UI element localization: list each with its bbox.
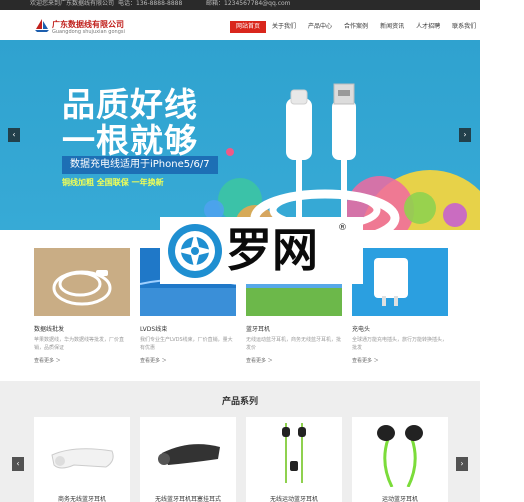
neckband-earphone-icon: [377, 425, 423, 488]
earbud-hook-icon: [158, 444, 220, 465]
view-more-link[interactable]: 查看更多 ＞: [352, 357, 379, 364]
view-more-link[interactable]: 查看更多 ＞: [140, 357, 167, 364]
sport-earphone-icon: [282, 423, 306, 483]
product-desc: 无线运动蓝牙耳机，商务无线蓝牙耳机，批发价: [246, 337, 342, 351]
hero-banner[interactable]: 品质好线 一根就够 数据充电线适用于iPhone5/6/7 铜线加粗 全国联保 …: [0, 40, 480, 230]
section-title: 产品系列: [221, 397, 258, 407]
nav-item-home[interactable]: 网站首页: [230, 21, 267, 33]
sailboat-logo-icon[interactable]: [34, 18, 50, 32]
series-prev-arrow-icon[interactable]: ‹: [12, 457, 24, 471]
watermark-overlay: 罗网 ®: [160, 217, 363, 284]
cable-image-icon: [34, 248, 130, 316]
product-desc: 我们专业生产LVDS线束，厂价直销，量大有优惠: [140, 337, 233, 351]
nav-item-products[interactable]: 产品中心: [302, 21, 338, 33]
nav-item-news[interactable]: 新闻资讯: [374, 21, 410, 33]
product-card[interactable]: 充电头 全球通万能充电插头，旅行万能转换插头，批发 查看更多 ＞: [352, 248, 448, 378]
series-card[interactable]: 无线运动蓝牙耳机: [246, 417, 342, 502]
product-card[interactable]: 数据线批发 苹果数据线，华为数据线等批发，厂价直销，品质保证 查看更多 ＞: [34, 248, 130, 378]
series-label[interactable]: 商务无线蓝牙耳机: [34, 494, 130, 502]
series-card[interactable]: 无线蓝牙耳机耳塞挂耳式: [140, 417, 236, 502]
view-more-link[interactable]: 查看更多 ＞: [246, 357, 273, 364]
watermark-logo-icon: [168, 224, 222, 278]
web-page: 欢迎您来到广东数据线有限公司 电话：136-8888-8888 邮箱：12345…: [0, 0, 480, 502]
product-image-cable[interactable]: [34, 248, 130, 316]
banner-subline: 铜线加粗 全国联保 一年换新: [62, 178, 164, 187]
banner-prev-arrow-icon[interactable]: ‹: [8, 128, 20, 142]
product-title[interactable]: 蓝牙耳机: [246, 324, 270, 333]
logo-company-pinyin: Guangdong shujuxian gongsi: [52, 29, 125, 35]
series-card[interactable]: 运动蓝牙耳机: [352, 417, 448, 502]
product-title[interactable]: 数据线批发: [34, 324, 64, 333]
product-desc: 苹果数据线，华为数据线等批发，厂价直销，品质保证: [34, 337, 125, 351]
series-label[interactable]: 无线运动蓝牙耳机: [246, 494, 342, 502]
view-more-link[interactable]: 查看更多 ＞: [34, 357, 61, 364]
product-title[interactable]: 充电头: [352, 324, 370, 333]
banner-ribbon: 数据充电线适用于iPhone5/6/7: [62, 156, 218, 174]
main-nav: 网站首页 关于我们 产品中心 合作案例 新闻资讯 人才招聘 联系我们: [230, 21, 480, 33]
watermark-text: 罗网: [226, 223, 318, 277]
bluetooth-headset-icon: [51, 448, 114, 469]
nav-item-contact[interactable]: 联系我们: [446, 21, 480, 33]
series-label[interactable]: 无线蓝牙耳机耳塞挂耳式: [140, 494, 236, 502]
banner-next-arrow-icon[interactable]: ›: [459, 128, 471, 142]
nav-item-cases[interactable]: 合作案例: [338, 21, 374, 33]
product-title[interactable]: LVDS线束: [140, 324, 167, 333]
welcome-text: 欢迎您来到广东数据线有限公司: [30, 0, 115, 7]
product-desc: 全球通万能充电插头，旅行万能转换插头，批发: [352, 337, 448, 351]
series-label[interactable]: 运动蓝牙耳机: [352, 494, 448, 502]
email-text: 邮箱：1234567784@qq.com: [206, 0, 291, 7]
registered-mark: ®: [338, 223, 347, 233]
banner-headline-2: 一根就够: [62, 121, 198, 160]
phone-text: 电话：136-8888-8888: [118, 0, 183, 7]
series-next-arrow-icon[interactable]: ›: [456, 457, 468, 471]
product-series-section: 产品系列 ‹ › 商务无线蓝牙耳机 无线蓝牙耳机耳塞挂耳式 无线运动蓝牙耳机 运…: [0, 381, 480, 502]
series-card[interactable]: 商务无线蓝牙耳机: [34, 417, 130, 502]
nav-item-jobs[interactable]: 人才招聘: [410, 21, 446, 33]
product-image-charger[interactable]: [352, 248, 448, 316]
top-info-bar: 欢迎您来到广东数据线有限公司 电话：136-8888-8888 邮箱：12345…: [0, 0, 480, 10]
site-header: 广东数据线有限公司 Guangdong shujuxian gongsi 网站首…: [0, 10, 480, 40]
nav-item-about[interactable]: 关于我们: [266, 21, 302, 33]
charger-image-icon: [352, 248, 448, 316]
